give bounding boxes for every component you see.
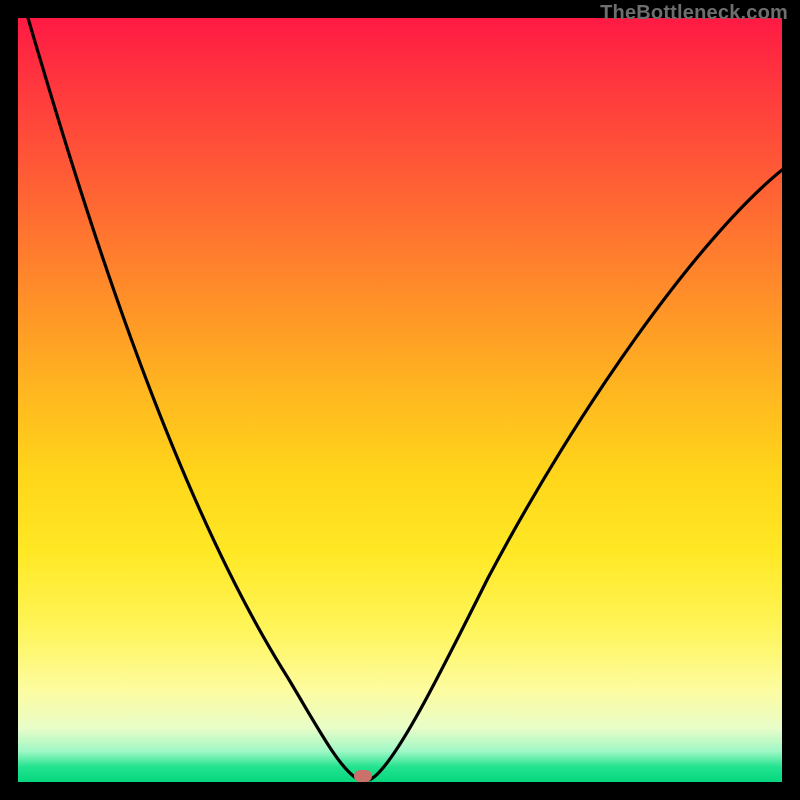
plot-area (18, 18, 782, 782)
watermark-text: TheBottleneck.com (600, 2, 788, 25)
bottleneck-curve (18, 18, 782, 782)
chart-frame: TheBottleneck.com (0, 0, 800, 800)
curve-path (28, 18, 782, 781)
optimum-marker (354, 770, 372, 782)
